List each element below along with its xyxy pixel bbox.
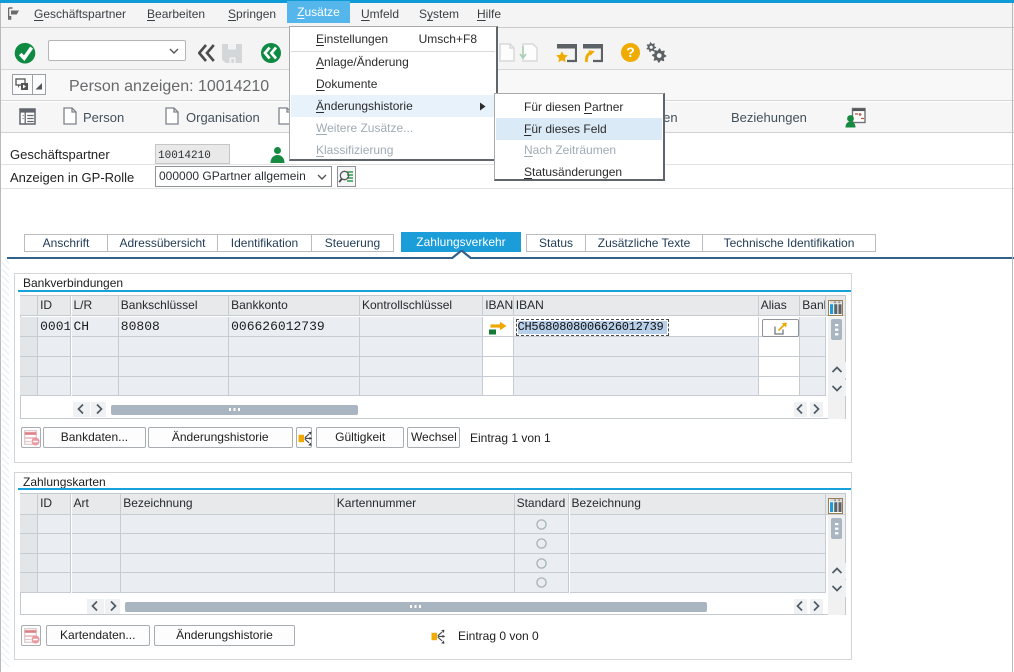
svg-text:?: ?: [626, 44, 635, 60]
